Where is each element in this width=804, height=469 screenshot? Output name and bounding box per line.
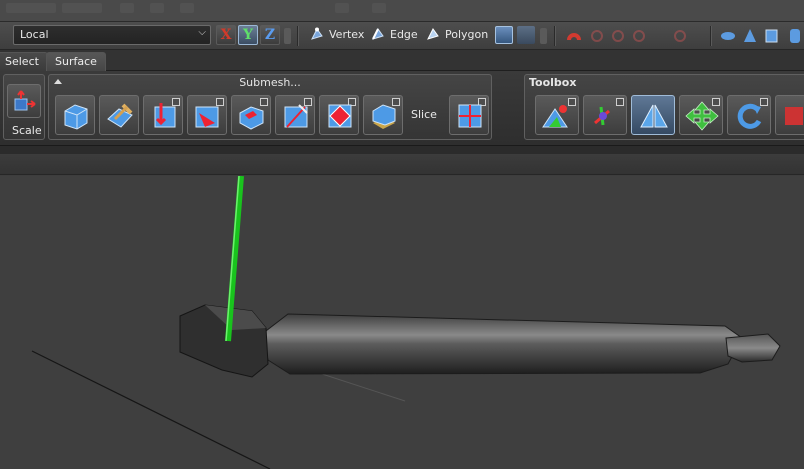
cut-button[interactable] <box>275 95 315 135</box>
bevel-icon <box>239 106 264 130</box>
menu-ghost <box>335 3 349 13</box>
bevel-button[interactable] <box>231 95 271 135</box>
object-mode-button[interactable] <box>495 26 513 44</box>
tab-bar: Select Surface <box>0 50 804 71</box>
viewport-canvas[interactable] <box>0 176 804 469</box>
edge-mode-button[interactable]: Edge <box>371 27 418 45</box>
cut-icon <box>284 104 308 128</box>
toolbox-group: Toolbox <box>524 74 804 140</box>
toolbar-separator <box>297 26 299 46</box>
ribbon-divider <box>0 146 804 154</box>
submesh-group-title[interactable]: Submesh... <box>49 76 491 90</box>
slice-button[interactable] <box>363 95 403 135</box>
move-tool-button[interactable] <box>679 95 723 135</box>
brush-icon <box>107 103 133 128</box>
scale-label: Scale <box>12 124 42 137</box>
mesh-body[interactable] <box>261 313 743 375</box>
extrude-icon <box>64 104 88 130</box>
menu-strip <box>0 0 804 22</box>
primitive-tools <box>721 29 800 43</box>
tab-surface[interactable]: Surface <box>46 52 106 71</box>
cube-icon[interactable] <box>765 29 778 43</box>
y-axis-button[interactable]: Y <box>238 25 258 45</box>
scale-icon <box>14 90 36 111</box>
sculpt-icon <box>542 105 568 128</box>
axis-options-dropdown[interactable] <box>284 28 291 44</box>
rotate-tool-button[interactable] <box>727 95 771 135</box>
weld-icon <box>458 104 482 128</box>
slice-label: Slice <box>411 108 437 121</box>
scale-button[interactable] <box>7 84 41 118</box>
sculpt-tool-button[interactable] <box>535 95 579 135</box>
toolbar-separator <box>710 26 712 46</box>
3d-viewport[interactable] <box>0 176 804 469</box>
z-axis-button[interactable]: Z <box>260 25 280 45</box>
edge-mode-label: Edge <box>390 28 418 41</box>
weld-button[interactable] <box>449 95 489 135</box>
polygon-mode-icon <box>427 28 439 40</box>
move-icon <box>685 101 719 131</box>
snap-icon[interactable] <box>633 30 645 42</box>
polygon-mode-label: Polygon <box>445 28 489 41</box>
menu-ghost <box>150 3 164 13</box>
edge-mode-icon <box>372 28 384 40</box>
snap-icon[interactable] <box>612 30 624 42</box>
snap-tools <box>567 30 686 42</box>
z-axis-icon: Z <box>264 27 276 43</box>
toolbar-separator <box>554 26 556 46</box>
menu-ghost <box>120 3 134 13</box>
chevron-down-icon: ⌵ <box>198 27 206 38</box>
vertex-mode-icon <box>311 27 323 40</box>
mode-options-dropdown[interactable] <box>540 28 547 44</box>
plane-icon[interactable] <box>721 32 735 40</box>
y-axis-icon: Y <box>243 27 253 43</box>
menu-ghost <box>180 3 194 13</box>
ribbon: Scale Submesh... Slice Toolbox <box>0 71 804 146</box>
triangulate-button[interactable] <box>319 95 359 135</box>
scale-tool-button[interactable] <box>775 95 804 135</box>
menu-ghost <box>62 3 102 13</box>
viewport-header <box>0 154 804 175</box>
move-points-icon <box>594 106 610 126</box>
menu-ghost <box>6 3 56 13</box>
menu-ghost <box>372 3 386 13</box>
x-axis-button[interactable]: X <box>216 25 236 45</box>
transform-group: Scale <box>3 74 45 140</box>
auto-mode-button[interactable] <box>517 26 535 44</box>
polygon-mode-button[interactable]: Polygon <box>426 27 488 45</box>
knife-button[interactable] <box>187 95 227 135</box>
main-toolbar: Local ⌵ X Y Z Vertex Edge Polygon <box>0 22 804 50</box>
vertex-mode-label: Vertex <box>329 28 365 41</box>
smooth-brush-button[interactable] <box>99 95 139 135</box>
magnet-icon[interactable] <box>567 33 581 41</box>
cylinder-icon[interactable] <box>790 29 800 43</box>
split-icon <box>154 103 176 128</box>
vertex-mode-button[interactable]: Vertex <box>310 27 364 45</box>
cone-icon[interactable] <box>744 29 756 42</box>
mirror-icon <box>640 104 668 128</box>
triangulate-icon <box>328 104 352 128</box>
move-points-button[interactable] <box>583 95 627 135</box>
mesh-tip[interactable] <box>725 333 781 363</box>
slice-icon <box>372 104 396 129</box>
tab-select[interactable]: Select <box>0 52 48 71</box>
coordinate-space-value: Local <box>20 28 49 41</box>
mirror-tool-button[interactable] <box>631 95 675 135</box>
submesh-group: Submesh... Slice <box>48 74 492 140</box>
x-axis-icon: X <box>220 27 232 43</box>
extrude-button[interactable] <box>55 95 95 135</box>
snap-icon[interactable] <box>591 30 603 42</box>
knife-icon <box>195 106 219 128</box>
tab-label: Surface <box>55 55 97 68</box>
tab-label: Select <box>5 55 39 68</box>
coordinate-space-select[interactable]: Local ⌵ <box>13 25 211 45</box>
split-button[interactable] <box>143 95 183 135</box>
scale-tool-icon <box>785 107 803 125</box>
snap-icon[interactable] <box>674 30 686 42</box>
rotate-icon <box>737 103 762 129</box>
toolbox-group-title: Toolbox <box>529 76 577 89</box>
